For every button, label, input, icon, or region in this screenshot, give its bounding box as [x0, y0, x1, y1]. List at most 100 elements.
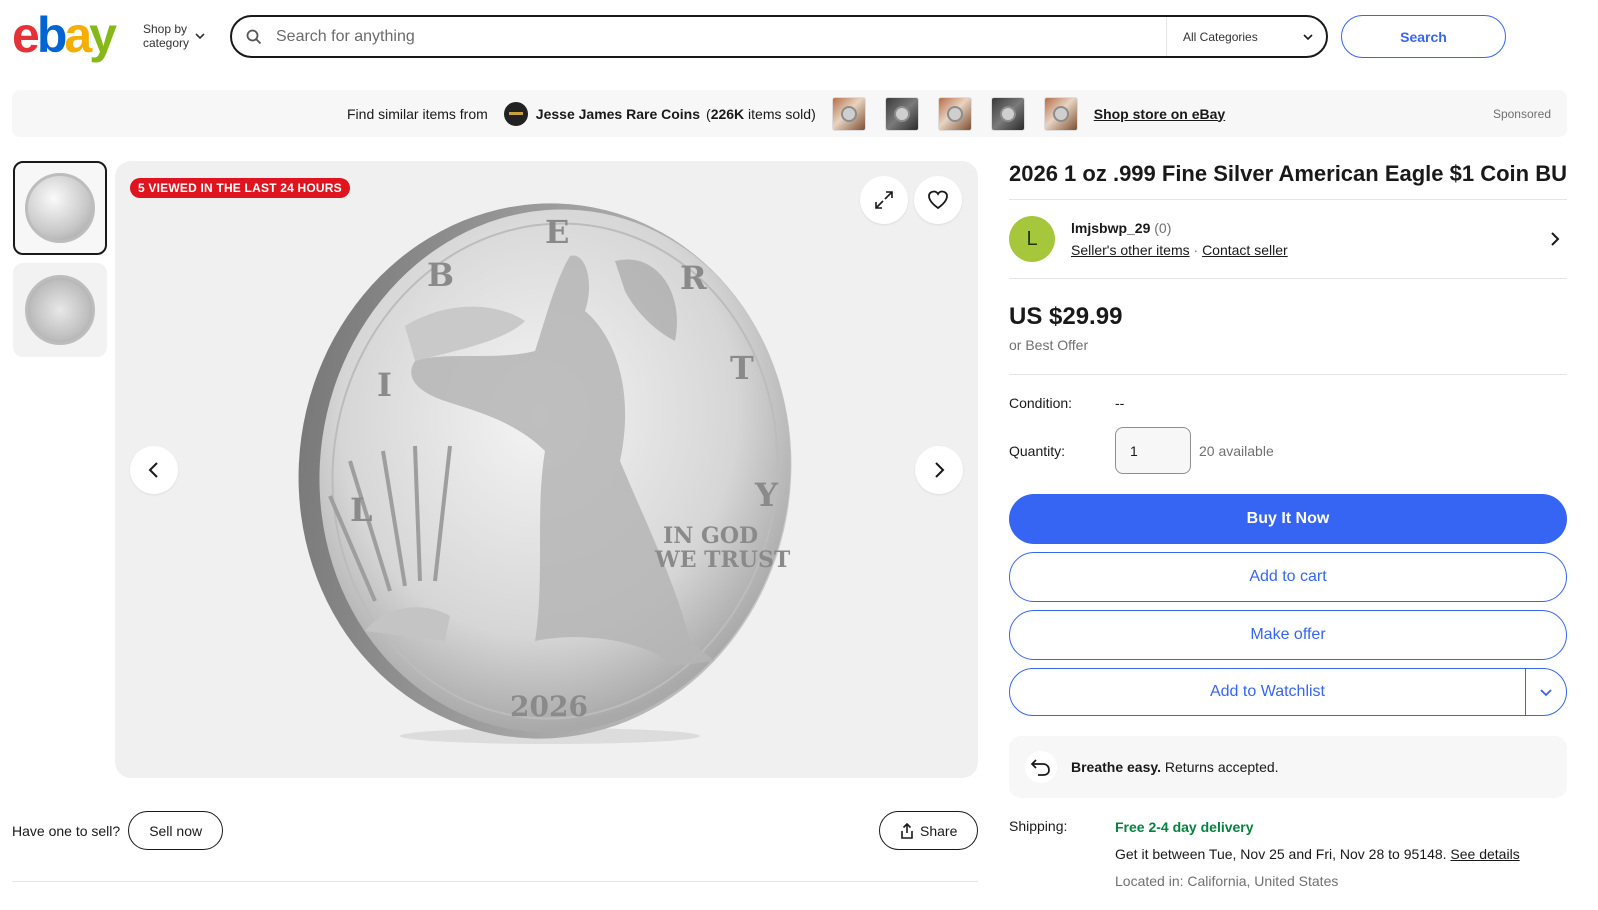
shop-store-link[interactable]: Shop store on eBay — [1094, 106, 1225, 122]
watch-heart-button[interactable] — [914, 176, 962, 224]
buy-it-now-button[interactable]: Buy It Now — [1009, 494, 1567, 544]
store-item-thumb[interactable] — [1043, 96, 1078, 131]
shop-by-label: Shop by category — [143, 22, 189, 50]
chevron-left-icon — [148, 462, 158, 478]
svg-text:E: E — [545, 213, 569, 251]
have-one-to-sell-text: Have one to sell? — [12, 822, 121, 839]
svg-text:B: B — [427, 256, 454, 294]
items-sold: (226K items sold) — [706, 105, 816, 122]
best-offer-text: or Best Offer — [1009, 337, 1089, 353]
next-image-button[interactable] — [915, 446, 963, 494]
shipping-label: Shipping: — [1009, 818, 1068, 834]
svg-text:WE TRUST: WE TRUST — [654, 547, 791, 573]
logo-letter: e — [12, 7, 40, 63]
svg-text:I: I — [377, 366, 392, 404]
sponsored-store-bar: Find similar items from Jesse James Rare… — [12, 90, 1567, 137]
views-badge: 5 VIEWED IN THE LAST 24 HOURS — [130, 178, 350, 198]
chevron-right-icon — [935, 462, 945, 478]
store-logo-icon — [503, 101, 528, 126]
svg-text:L: L — [350, 491, 373, 529]
see-details-link[interactable]: See details — [1450, 846, 1519, 862]
seller-feedback: (0) — [1154, 220, 1172, 236]
chevron-right-icon[interactable] — [1547, 231, 1563, 247]
store-item-thumb[interactable] — [884, 96, 919, 131]
divider — [1009, 278, 1567, 279]
share-label: Share — [920, 822, 958, 839]
seller-card: L lmjsbwp_29 (0) Seller's other items · … — [1009, 200, 1567, 278]
shipping-row: Shipping: Free 2-4 day delivery Get it b… — [1009, 818, 1567, 890]
svg-text:Y: Y — [754, 476, 779, 514]
sell-row: Have one to sell? Sell now — [12, 811, 224, 850]
returns-text: Breathe easy. Returns accepted. — [1071, 759, 1279, 775]
link-separator: · — [1193, 242, 1199, 258]
share-button[interactable]: Share — [879, 811, 979, 850]
category-select[interactable]: All Categories — [1166, 17, 1326, 56]
expand-button[interactable] — [860, 176, 908, 224]
store-item-thumb[interactable] — [831, 96, 866, 131]
shop-by-line2: category — [143, 36, 190, 50]
coin-thumbnail — [25, 275, 95, 345]
store-item-thumb[interactable] — [990, 96, 1025, 131]
item-location: Located in: California, United States — [1115, 873, 1339, 889]
contact-seller-link[interactable]: Contact seller — [1202, 242, 1288, 258]
listing-details: 2026 1 oz .999 Fine Silver American Eagl… — [1009, 161, 1567, 890]
seller-links: Seller's other items · Contact seller — [1071, 242, 1547, 258]
shop-by-category-button[interactable]: Shop by category — [143, 22, 205, 50]
find-similar-text: Find similar items from — [347, 105, 488, 122]
returns-icon — [1025, 751, 1057, 783]
sell-now-button[interactable]: Sell now — [128, 811, 224, 850]
coin-thumbnail — [25, 173, 95, 243]
item-price: US $29.99 — [1009, 303, 1123, 330]
share-icon — [901, 822, 913, 839]
logo-letter: a — [64, 7, 92, 63]
available-count: 20 available — [1199, 442, 1274, 459]
seller-name[interactable]: lmjsbwp_29 — [1071, 220, 1150, 236]
svg-text:IN GOD: IN GOD — [663, 523, 758, 549]
add-to-cart-button[interactable]: Add to cart — [1009, 552, 1567, 602]
seller-avatar[interactable]: L — [1009, 216, 1055, 262]
previous-image-button[interactable] — [130, 446, 178, 494]
store-item-thumbnails — [831, 96, 1078, 131]
condition-row: Condition: -- — [1009, 395, 1567, 411]
svg-text:R: R — [680, 259, 707, 297]
quantity-row: Quantity: 1 20 available — [1009, 427, 1567, 474]
chevron-down-icon — [1303, 33, 1313, 40]
quantity-label: Quantity: — [1009, 442, 1066, 459]
seller-other-items-link[interactable]: Seller's other items — [1071, 242, 1190, 258]
search-input[interactable] — [276, 27, 1166, 46]
quantity-input[interactable]: 1 — [1115, 427, 1191, 474]
svg-text:2026: 2026 — [510, 690, 588, 723]
make-offer-button[interactable]: Make offer — [1009, 610, 1567, 660]
returns-banner: Breathe easy. Returns accepted. — [1009, 736, 1567, 798]
sponsored-label: Sponsored — [1492, 107, 1551, 121]
logo-letter: b — [36, 7, 67, 63]
gallery-thumb-reverse[interactable] — [13, 263, 107, 357]
svg-text:T: T — [730, 349, 754, 387]
shipping-free-text: Free 2-4 day delivery — [1115, 819, 1254, 835]
search-button[interactable]: Search — [1341, 15, 1506, 58]
logo-letter: y — [89, 7, 117, 63]
delivery-estimate: Get it between Tue, Nov 25 and Fri, Nov … — [1115, 846, 1520, 862]
watchlist-control: Add to Watchlist — [1009, 668, 1567, 716]
chevron-down-icon — [1540, 689, 1552, 697]
heart-icon — [928, 190, 948, 210]
coin-image: L I B E R T Y IN GOD WE TRUST 2026 — [298, 203, 792, 744]
condition-value: -- — [1115, 395, 1125, 411]
search-bar: All Categories — [230, 15, 1328, 58]
expand-icon — [875, 191, 893, 209]
seller-name-line: lmjsbwp_29 (0) — [1071, 220, 1547, 236]
divider — [12, 881, 978, 882]
ebay-logo[interactable]: ebay — [12, 7, 117, 63]
store-item-thumb[interactable] — [937, 96, 972, 131]
item-title: 2026 1 oz .999 Fine Silver American Eagl… — [1009, 161, 1567, 186]
search-icon — [232, 29, 276, 45]
divider — [1009, 374, 1567, 375]
gallery-thumb-obverse[interactable] — [13, 161, 107, 255]
main-product-image[interactable]: L I B E R T Y IN GOD WE TRUST 2026 — [115, 161, 978, 778]
watchlist-dropdown-button[interactable] — [1526, 669, 1566, 715]
chevron-down-icon — [195, 33, 205, 40]
shop-by-line1: Shop by — [143, 22, 188, 36]
store-name[interactable]: Jesse James Rare Coins — [536, 106, 700, 122]
add-to-watchlist-button[interactable]: Add to Watchlist — [1010, 669, 1526, 715]
condition-label: Condition: — [1009, 395, 1073, 411]
